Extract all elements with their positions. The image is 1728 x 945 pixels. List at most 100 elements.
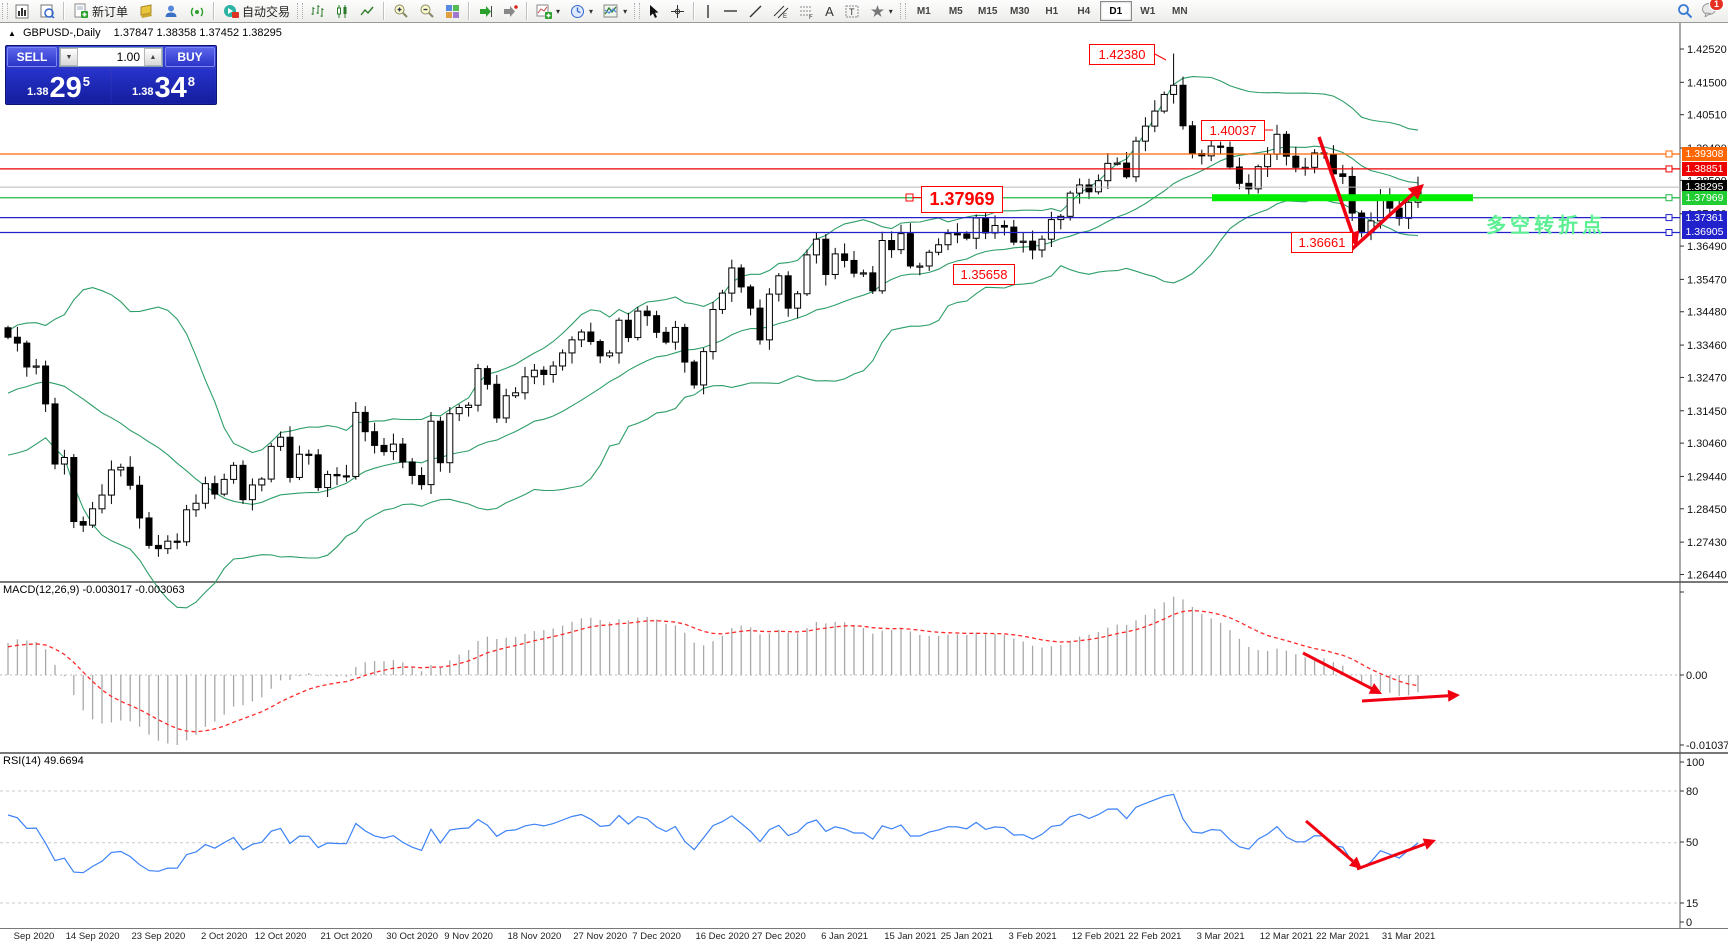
candle (1085, 184, 1093, 193)
candles[interactable] (4, 53, 1422, 557)
chart-title: ▲ GBPUSD-,Daily 1.37847 1.38358 1.37452 … (8, 27, 282, 39)
timeframe-h1[interactable]: H1 (1036, 1, 1068, 21)
candle (803, 254, 811, 295)
volume-increase-button[interactable]: ▲ (144, 48, 162, 66)
periods-button[interactable]: ▾ (565, 0, 598, 22)
candle (841, 253, 849, 261)
svg-text:1.39490: 1.39490 (1687, 143, 1727, 155)
candle (164, 540, 172, 550)
bid-price[interactable]: 1.38 29 5 (7, 69, 110, 103)
toolbar-grip[interactable] (2, 3, 8, 19)
ask-price[interactable]: 1.38 34 8 (112, 69, 215, 103)
svg-text:1.35470: 1.35470 (1687, 274, 1727, 286)
auto-trading-button[interactable]: 自动交易 (218, 0, 295, 22)
chart-shift-button[interactable] (498, 0, 523, 22)
zoom-out-button[interactable] (414, 0, 440, 22)
notifications-button[interactable]: 1 (1701, 0, 1724, 20)
level-lines[interactable] (0, 150, 1680, 236)
tile-windows-button[interactable] (440, 0, 465, 22)
chart-canvas[interactable]: 1.425201.415001.405101.394901.385001.374… (0, 0, 1728, 945)
candle (1179, 84, 1187, 127)
bar-chart-mode-button[interactable] (305, 0, 330, 22)
profiles-icon (40, 4, 55, 19)
svg-text:-0.010374: -0.010374 (1686, 740, 1728, 752)
timeframe-m1[interactable]: M1 (908, 1, 940, 21)
trend-arrow[interactable] (1305, 819, 1362, 869)
timeframe-m15[interactable]: M15 (972, 1, 1004, 21)
candle (1113, 162, 1121, 165)
toolbar-separator (693, 2, 696, 20)
candle (248, 484, 256, 501)
signals-icon (190, 7, 204, 16)
timeframe-m5[interactable]: M5 (940, 1, 972, 21)
macd-histogram[interactable] (7, 596, 1419, 745)
toolbar-grip[interactable] (899, 3, 906, 19)
timeframe-h4[interactable]: H4 (1068, 1, 1100, 21)
candlestick-mode-button[interactable] (330, 0, 355, 22)
candle (671, 326, 679, 343)
horizontal-line-tool-button[interactable] (718, 0, 743, 22)
timeframe-m30[interactable]: M30 (1004, 1, 1036, 21)
vertical-line-tool-button[interactable] (698, 0, 718, 22)
candle (878, 240, 886, 292)
candle (822, 238, 830, 275)
candle (700, 351, 708, 386)
volume-stepper: ▼ ▲ (59, 47, 163, 67)
market-watch-icon (165, 5, 177, 17)
timeframe-mn[interactable]: MN (1164, 1, 1196, 21)
candle (794, 293, 802, 309)
signals-button[interactable] (184, 0, 210, 22)
candle (747, 286, 755, 309)
svg-text:1.41500: 1.41500 (1687, 77, 1727, 89)
candle (455, 406, 463, 415)
volume-input[interactable] (78, 48, 144, 66)
candle (324, 473, 332, 489)
market-watch-button[interactable] (159, 0, 184, 22)
text-tool-button[interactable]: A (820, 0, 839, 22)
cursor-tool-button[interactable] (642, 0, 665, 22)
bar-chart-mode-icon (311, 4, 324, 17)
line-chart-mode-button[interactable] (355, 0, 380, 22)
zoom-in-button[interactable] (388, 0, 414, 22)
svg-text:100: 100 (1686, 757, 1704, 769)
shapes-tool-button[interactable]: ▾ (865, 0, 898, 22)
timeframe-d1[interactable]: D1 (1099, 1, 1132, 21)
auto-scroll-icon (480, 5, 493, 17)
toolbar-grip[interactable] (297, 3, 304, 19)
new-order-button[interactable]: 新订单 (68, 0, 133, 22)
label-tool-button[interactable]: T (839, 0, 865, 22)
fibonacci-tool-button[interactable]: F (794, 0, 820, 22)
toolbar-separator (63, 2, 65, 20)
auto-scroll-button[interactable] (473, 0, 498, 22)
toolbar-grip[interactable] (634, 3, 641, 19)
indicators-button[interactable]: ▾ (531, 0, 565, 22)
candle (483, 368, 491, 385)
candle (784, 275, 792, 309)
channel-tool-button[interactable]: E (768, 0, 794, 22)
rsi-line[interactable] (7, 793, 1419, 874)
macd-indicator-label: MACD(12,26,9) -0.003017 -0.003063 (3, 584, 185, 596)
candle (1047, 219, 1055, 240)
sell-button[interactable]: SELL (7, 47, 57, 67)
toolbar-separator (526, 2, 529, 20)
candle (718, 292, 726, 310)
candle (1160, 93, 1168, 112)
svg-text:1.37480: 1.37480 (1687, 209, 1727, 221)
metaeditor-button[interactable] (133, 0, 159, 22)
volume-decrease-button[interactable]: ▼ (60, 48, 78, 66)
crosshair-tool-button[interactable] (665, 0, 690, 22)
timeframe-w1[interactable]: W1 (1132, 1, 1164, 21)
search-icon[interactable] (1677, 3, 1693, 19)
candle (98, 494, 106, 510)
candle (314, 454, 322, 489)
buy-button[interactable]: BUY (165, 47, 215, 67)
bid-pipette: 5 (82, 74, 90, 89)
templates-button[interactable]: ▾ (598, 0, 632, 22)
profiles-button[interactable] (35, 0, 60, 22)
trendline-tool-button[interactable] (743, 0, 768, 22)
candle (23, 342, 31, 368)
candle (521, 376, 529, 394)
new-chart-button[interactable] (10, 0, 35, 22)
candle (982, 217, 990, 234)
line-chart-mode-icon (360, 6, 374, 15)
